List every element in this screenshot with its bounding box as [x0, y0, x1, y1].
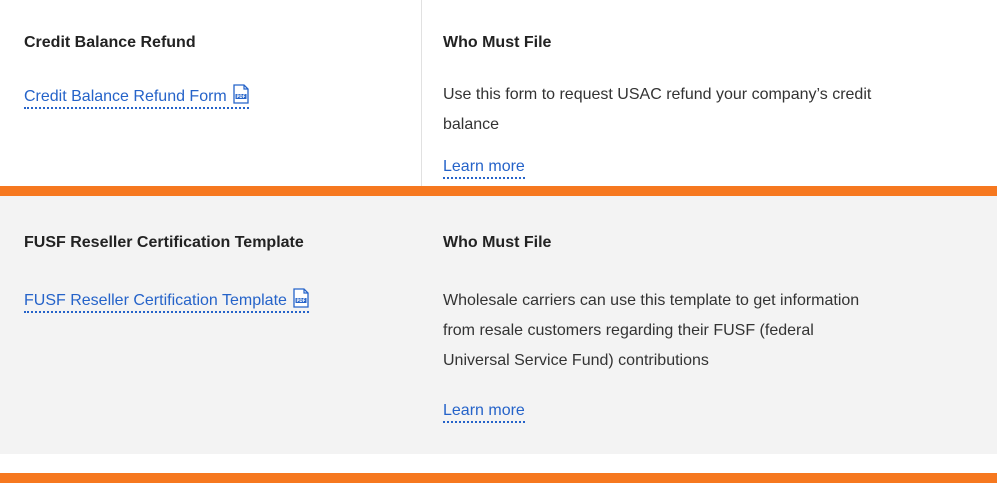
form-title: FUSF Reseller Certification Template [24, 234, 304, 251]
row-separator-bar [0, 473, 997, 483]
pdf-icon: PDF [293, 288, 309, 308]
description-line: Use this form to request USAC refund you… [443, 86, 872, 103]
description-line: balance [443, 116, 500, 133]
form-row-left-column: Credit Balance Refund Credit Balance Ref… [0, 0, 422, 186]
learn-more-link[interactable]: Learn more [443, 402, 525, 423]
form-row-right-column: Who Must File Use this form to request U… [422, 0, 997, 186]
fusf-reseller-certification-template-link[interactable]: FUSF Reseller Certification Template PDF [24, 288, 309, 313]
link-label: Credit Balance Refund Form [24, 88, 227, 105]
form-row-credit-balance-refund: Credit Balance Refund Credit Balance Ref… [0, 0, 997, 186]
form-row-right-column: Who Must File Wholesale carriers can use… [421, 196, 997, 454]
row-separator-bar [0, 186, 997, 196]
link-label: FUSF Reseller Certification Template [24, 292, 287, 309]
description-line: Universal Service Fund) contributions [443, 352, 709, 369]
credit-balance-refund-form-link[interactable]: Credit Balance Refund Form PDF [24, 84, 249, 109]
form-row-left-column: FUSF Reseller Certification Template FUS… [0, 196, 421, 454]
form-description: Wholesale carriers can use this template… [443, 286, 859, 376]
learn-more-link[interactable]: Learn more [443, 158, 525, 179]
form-description: Use this form to request USAC refund you… [443, 80, 871, 140]
form-row-fusf-reseller-certification: FUSF Reseller Certification Template FUS… [0, 196, 997, 473]
who-must-file-heading: Who Must File [443, 34, 552, 51]
who-must-file-heading: Who Must File [443, 234, 552, 251]
svg-text:PDF: PDF [296, 298, 305, 303]
pdf-icon: PDF [233, 84, 249, 104]
svg-text:PDF: PDF [236, 94, 245, 99]
description-line: Wholesale carriers can use this template… [443, 292, 860, 309]
forms-page: Credit Balance Refund Credit Balance Ref… [0, 0, 997, 483]
form-title: Credit Balance Refund [24, 34, 196, 51]
description-line: from resale customers regarding their FU… [443, 322, 814, 339]
